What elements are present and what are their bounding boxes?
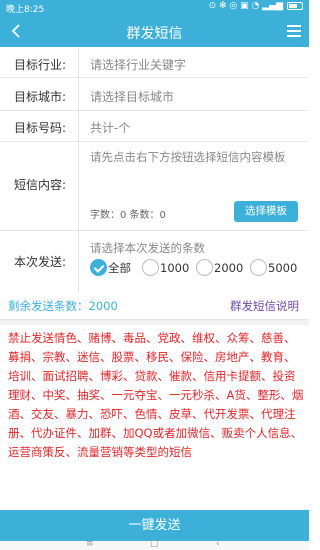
menu-button[interactable]	[287, 25, 301, 37]
system-nav-bar: ≡ □ ‹	[0, 539, 309, 550]
home-nav-icon[interactable]: □	[150, 539, 159, 549]
city-select[interactable]: 请选择目标城市	[90, 88, 174, 105]
industry-label: 目标行业:	[14, 58, 67, 72]
back-nav-icon[interactable]: ‹	[216, 539, 220, 549]
battery-icon	[287, 2, 303, 10]
send-count-hint: 请选择本次发送的条数	[90, 241, 205, 255]
option-1000-label: 1000	[160, 260, 190, 275]
info-bar: 剩余发送条数：2000 群发短信说明	[0, 292, 309, 320]
radio-checked-icon[interactable]	[90, 259, 107, 276]
status-time: 晚上8:25	[6, 5, 45, 15]
send-button[interactable]: 一键发送	[0, 510, 309, 541]
menu-icon-line	[287, 30, 301, 32]
numbers-row: 目标号码: 共计-个	[0, 111, 309, 142]
content-counter: 字数：0 条数：0	[90, 210, 166, 221]
menu-nav-icon[interactable]: ≡	[86, 539, 94, 549]
section-gap	[0, 320, 309, 325]
option-5000-label: 5000	[268, 260, 298, 275]
menu-icon-line	[287, 25, 301, 27]
option-1000[interactable]: 1000	[142, 259, 189, 276]
select-template-button[interactable]: 选择模板	[234, 201, 298, 222]
option-2000-label: 2000	[214, 260, 244, 275]
page-title: 群发短信	[126, 26, 183, 42]
radio-icon[interactable]	[250, 259, 267, 276]
numbers-value: 共计-个	[90, 121, 131, 135]
city-row[interactable]: 目标城市: 请选择目标城市	[0, 78, 309, 111]
city-label: 目标城市:	[14, 90, 67, 104]
option-all[interactable]: 全部	[90, 259, 131, 276]
content-label: 短信内容:	[14, 178, 67, 192]
numbers-label: 目标号码:	[14, 121, 67, 135]
industry-row[interactable]: 目标行业: 请选择行业关键字	[0, 47, 309, 78]
title-bar: 群发短信	[0, 16, 309, 47]
radio-icon[interactable]	[142, 259, 159, 276]
explain-link[interactable]: 群发短信说明	[230, 298, 299, 314]
status-bar: 晚上8:25 ⊙ ✻ ◎ ▣ ◔ ▂▄▆	[0, 0, 309, 16]
option-all-label: 全部	[108, 260, 131, 275]
content-textarea[interactable]: 请先点击右下方按钮选择短信内容模板	[90, 149, 295, 166]
industry-select[interactable]: 请选择行业关键字	[90, 56, 186, 73]
prohibited-content-notice: 禁止发送情色、赌博、毒品、党政、维权、众筹、慈善、募捐、宗教、迷信、股票、移民、…	[8, 331, 304, 459]
status-indicator-icons: ⊙ ✻ ◎ ▣ ◔ ▂▄▆	[208, 1, 283, 11]
send-count-label: 本次发送:	[14, 255, 67, 269]
menu-icon-line	[287, 35, 301, 37]
radio-icon[interactable]	[196, 259, 213, 276]
status-icons: ⊙ ✻ ◎ ▣ ◔ ▂▄▆	[209, 1, 303, 11]
option-2000[interactable]: 2000	[196, 259, 243, 276]
remaining-count: 剩余发送条数：2000	[8, 299, 118, 313]
option-5000[interactable]: 5000	[250, 259, 297, 276]
